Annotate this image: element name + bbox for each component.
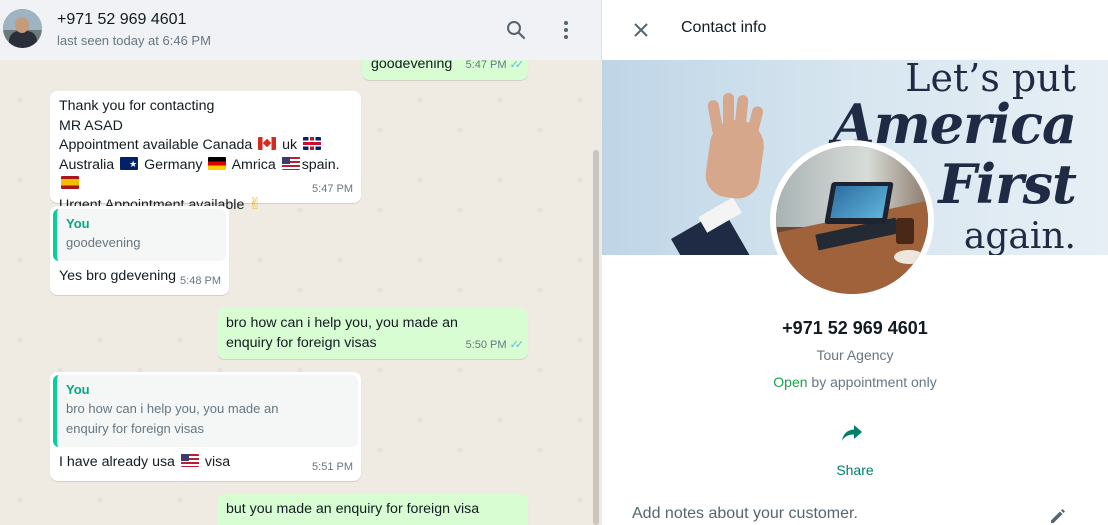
contact-avatar[interactable]: [3, 9, 42, 48]
chat-pane: +971 52 969 4601 last seen today at 6:46…: [0, 0, 602, 525]
message-line: uk: [282, 137, 298, 153]
message-incoming-reply[interactable]: You goodevening Yes bro gdevening 5:48 P…: [50, 206, 229, 295]
usa-flag-icon: [180, 454, 199, 467]
open-status: Open: [773, 374, 808, 390]
message-text: visa: [204, 454, 231, 470]
close-icon[interactable]: [629, 18, 653, 42]
message-text: I have already usa: [59, 454, 175, 470]
message-incoming-reply[interactable]: You bro how can i help you, you made an …: [50, 372, 361, 481]
quote-text: goodevening: [66, 235, 141, 250]
canada-flag-icon: [258, 137, 277, 150]
quote-author: You: [66, 382, 90, 397]
message-time: 5:50 PM: [465, 338, 507, 351]
message-line: Amrica: [231, 156, 276, 173]
contact-info-panel: Contact info Let’s put America First aga…: [602, 0, 1108, 525]
quote-author: You: [66, 216, 90, 231]
share-button[interactable]: Share: [602, 462, 1108, 478]
hours-detail: by appointment only: [807, 374, 937, 390]
australia-flag-icon: [120, 155, 139, 174]
chat-scrollbar[interactable]: [593, 150, 599, 525]
message-line: MR ASAD: [59, 117, 123, 134]
pencil-edit-icon[interactable]: [1048, 506, 1068, 525]
message-time: 5:51 PM: [312, 460, 353, 473]
message-text: bro how can i help you, you made an enqu…: [226, 315, 458, 351]
message-line: spain.: [301, 156, 340, 173]
banner-text: again.: [963, 216, 1076, 255]
contact-phone-number: +971 52 969 4601: [782, 318, 928, 338]
contact-info-title: Contact info: [681, 19, 767, 36]
customer-notes-field[interactable]: Add notes about your customer.: [632, 505, 858, 523]
spain-flag-icon: [61, 176, 79, 189]
message-incoming[interactable]: Thank you for contacting MR ASAD Appoint…: [50, 91, 361, 213]
uk-flag-icon: [303, 137, 322, 150]
message-outgoing[interactable]: but you made an enquiry for foreign visa: [217, 494, 528, 525]
share-icon[interactable]: [840, 421, 864, 445]
quoted-message[interactable]: You bro how can i help you, you made an …: [53, 375, 358, 447]
germany-flag-icon: [208, 156, 227, 170]
chat-header[interactable]: +971 52 969 4601 last seen today at 6:46…: [0, 0, 602, 60]
victory-hand-icon: ✌: [248, 195, 262, 213]
search-icon[interactable]: [504, 18, 528, 42]
message-time: 5:48 PM: [180, 274, 221, 287]
message-text: but you made an enquiry for foreign visa: [226, 501, 480, 517]
profile-picture[interactable]: [770, 140, 934, 300]
business-category: Tour Agency: [816, 347, 894, 363]
message-line: Thank you for contacting: [59, 98, 215, 114]
kebab-menu-icon[interactable]: [554, 18, 578, 42]
quote-text: bro how can i help you, you made an enqu…: [66, 401, 279, 436]
message-time: 5:47 PM: [312, 182, 353, 195]
quoted-message[interactable]: You goodevening: [53, 209, 226, 261]
message-line: Germany: [144, 156, 203, 173]
message-outgoing[interactable]: bro how can i help you, you made an enqu…: [217, 308, 528, 359]
message-line: Appointment available Canada: [59, 137, 253, 153]
read-ticks-icon: ✓✓: [509, 338, 525, 351]
contact-name[interactable]: +971 52 969 4601: [57, 11, 186, 29]
banner-text: First: [938, 152, 1077, 216]
contact-info-header: Contact info: [602, 0, 1108, 60]
message-line: Australia: [59, 156, 115, 173]
last-seen-status: last seen today at 6:46 PM: [57, 33, 211, 48]
business-hours: Open by appointment only: [602, 374, 1108, 390]
usa-flag-icon: [281, 156, 300, 170]
